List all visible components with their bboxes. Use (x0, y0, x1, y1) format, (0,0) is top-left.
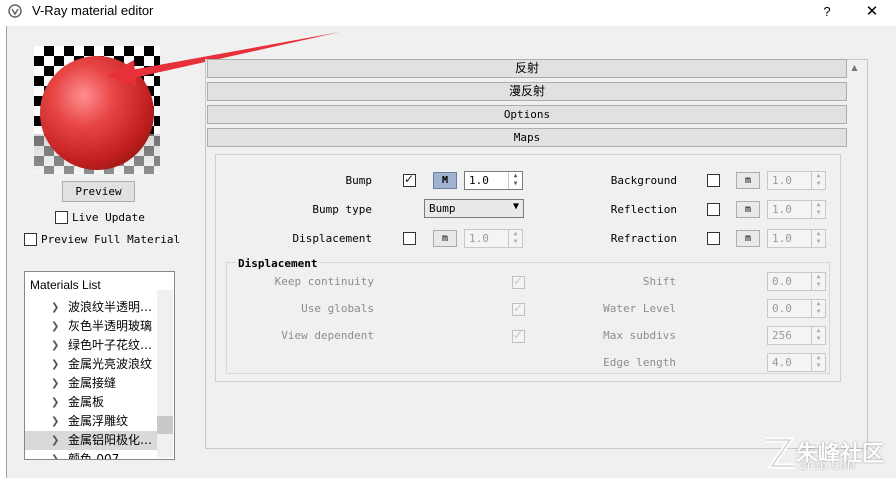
view-dependent-checkbox[interactable] (512, 328, 525, 343)
spinner-arrows-icon[interactable]: ▲ ▼ (508, 230, 522, 247)
spinner-arrows-icon[interactable]: ▲ ▼ (811, 354, 825, 371)
materials-list-title: Materials List (30, 278, 101, 292)
reflection-label: Reflection (610, 203, 677, 216)
view-dependent-label: View dependent (281, 329, 374, 342)
materials-list[interactable]: Materials List ❯ 波浪纹半透明… ❯ 灰色半透明玻璃 ❯ 绿色叶子花纹… (24, 271, 175, 460)
preview-full-material-checkbox[interactable] (24, 233, 37, 246)
chevron-right-icon[interactable]: ❯ (51, 374, 59, 393)
water-level-spinner[interactable]: 0.0 ▲ ▼ (767, 299, 826, 318)
list-item[interactable]: ❯ 金属光亮波浪纹 (25, 355, 157, 374)
water-level-label: Water Level (603, 302, 676, 315)
edge-length-label: Edge length (603, 356, 676, 369)
max-subdivs-value: 256 (772, 329, 792, 342)
list-item[interactable]: ❯ 颜色-007 (25, 450, 157, 459)
list-item[interactable]: ❯ 波浪纹半透明… (25, 298, 157, 317)
refraction-amount-value: 1.0 (772, 232, 792, 245)
spinner-arrows-icon[interactable]: ▲ ▼ (811, 201, 825, 218)
displacement-checkbox[interactable] (403, 232, 416, 245)
bump-amount-spinner[interactable]: 1.0 ▲ ▼ (464, 171, 523, 190)
bump-type-value: Bump (429, 202, 456, 215)
close-button[interactable]: ✕ (852, 0, 892, 24)
shift-spinner[interactable]: 0.0 ▲ ▼ (767, 272, 826, 291)
keep-continuity-label: Keep continuity (274, 275, 374, 288)
refraction-amount-spinner[interactable]: 1.0 ▲ ▼ (767, 229, 826, 248)
reflection-amount-spinner[interactable]: 1.0 ▲ ▼ (767, 200, 826, 219)
panel-scroll-up-icon[interactable]: ▲ (848, 59, 861, 76)
shift-label: Shift (642, 275, 676, 288)
displacement-group-title: Displacement (236, 257, 320, 270)
list-item[interactable]: ❯ 绿色叶子花纹… (25, 336, 157, 355)
spinner-arrows-icon[interactable]: ▲ ▼ (811, 273, 825, 290)
spinner-arrows-icon[interactable]: ▲ ▼ (811, 327, 825, 344)
chevron-right-icon[interactable]: ❯ (51, 431, 59, 450)
chevron-down-icon[interactable]: ▼ (513, 201, 519, 212)
use-globals-checkbox[interactable] (512, 301, 525, 316)
window-title: V-Ray material editor (32, 3, 154, 18)
water-level-value: 0.0 (772, 302, 792, 315)
use-globals-label: Use globals (301, 302, 374, 315)
bump-type-label: Bump type (312, 203, 372, 216)
displacement-amount-value: 1.0 (469, 232, 489, 245)
chevron-right-icon[interactable]: ❯ (51, 317, 59, 336)
materials-scroll-thumb[interactable] (157, 416, 173, 434)
refraction-label: Refraction (610, 232, 677, 245)
spinner-arrows-icon[interactable]: ▲ ▼ (811, 230, 825, 247)
chevron-right-icon[interactable]: ❯ (51, 393, 59, 412)
background-amount-spinner[interactable]: 1.0 ▲ ▼ (767, 171, 826, 190)
spinner-arrows-icon[interactable]: ▲ ▼ (811, 172, 825, 189)
title-bar: V-Ray material editor ? ✕ (0, 0, 896, 24)
rollout-reflection[interactable]: 反射 (207, 59, 847, 78)
edge-length-spinner[interactable]: 4.0 ▲ ▼ (767, 353, 826, 372)
refraction-checkbox[interactable] (707, 232, 720, 245)
reflection-checkbox[interactable] (707, 203, 720, 216)
list-item[interactable]: ❯ 金属接缝 (25, 374, 157, 393)
rollout-maps[interactable]: Maps (207, 128, 847, 147)
bump-type-dropdown[interactable]: Bump ▼ (424, 199, 524, 218)
max-subdivs-spinner[interactable]: 256 ▲ ▼ (767, 326, 826, 345)
preview-full-material-label: Preview Full Material (41, 233, 181, 246)
background-checkbox[interactable] (707, 174, 720, 187)
rollout-options[interactable]: Options (207, 105, 847, 124)
watermark-subtext: ZF3D.COM (800, 462, 856, 472)
background-map-button[interactable]: m (736, 172, 760, 189)
bump-checkbox[interactable] (403, 172, 416, 187)
reflection-map-button[interactable]: m (736, 201, 760, 218)
spinner-arrows-icon[interactable]: ▲ ▼ (811, 300, 825, 317)
live-update-checkbox[interactable] (55, 211, 68, 224)
list-item-selected[interactable]: ❯ 金属铝阳极化… (25, 431, 157, 450)
bump-map-button[interactable]: M (433, 172, 457, 189)
list-item[interactable]: ❯ 金属浮雕纹 (25, 412, 157, 431)
displacement-label: Displacement (292, 232, 372, 245)
live-update-label: Live Update (72, 211, 145, 224)
rollout-diffuse[interactable]: 漫反射 (207, 82, 847, 101)
spinner-arrows-icon[interactable]: ▲ ▼ (508, 172, 522, 189)
background-amount-value: 1.0 (772, 174, 792, 187)
displacement-amount-spinner[interactable]: 1.0 ▲ ▼ (464, 229, 523, 248)
displacement-map-button[interactable]: m (433, 230, 457, 247)
refraction-map-button[interactable]: m (736, 230, 760, 247)
keep-continuity-checkbox[interactable] (512, 274, 525, 289)
chevron-right-icon[interactable]: ❯ (51, 355, 59, 374)
chevron-right-icon[interactable]: ❯ (51, 298, 59, 317)
help-button[interactable]: ? (812, 0, 842, 24)
list-item[interactable]: ❯ 金属板 (25, 393, 157, 412)
vray-app-icon (8, 4, 22, 18)
background-label: Background (610, 174, 677, 187)
edge-length-value: 4.0 (772, 356, 792, 369)
max-subdivs-label: Max subdivs (603, 329, 676, 342)
bump-amount-value: 1.0 (469, 174, 489, 187)
reflection-amount-value: 1.0 (772, 203, 792, 216)
chevron-right-icon[interactable]: ❯ (51, 450, 59, 459)
chevron-right-icon[interactable]: ❯ (51, 336, 59, 355)
chevron-right-icon[interactable]: ❯ (51, 412, 59, 431)
bump-label: Bump (345, 174, 373, 187)
preview-button[interactable]: Preview (62, 181, 135, 202)
list-item[interactable]: ❯ 灰色半透明玻璃 (25, 317, 157, 336)
shift-value: 0.0 (772, 275, 792, 288)
